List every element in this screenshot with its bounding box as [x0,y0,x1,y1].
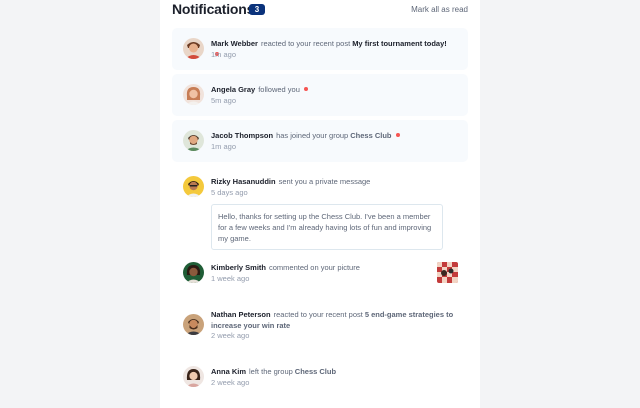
avatar-rizky-hasanuddin-icon[interactable] [183,176,204,197]
avatar-angela-gray-icon[interactable] [183,84,204,105]
notifications-header: Notifications 3 Mark all as read [172,0,468,20]
chess-picture-thumbnail-icon[interactable] [437,262,458,283]
notification-action: sent you a private message [278,177,371,186]
unread-dot [303,87,308,91]
notification-time: 1m ago [211,142,237,151]
avatar-anna-kim-icon[interactable] [183,366,204,387]
notification-user-name[interactable]: Anna Kim [211,367,246,376]
avatar-nathan-peterson-icon[interactable] [183,314,204,335]
notification-user-name[interactable]: Angela Gray [211,85,255,94]
notification-group-link[interactable]: Chess Club [350,131,391,140]
notification-time: 2 week ago [211,378,250,387]
private-message-preview[interactable]: Hello, thanks for setting up the Chess C… [211,204,443,250]
notification-time: 5 days ago [211,188,248,197]
notification-user-name[interactable]: Rizky Hasanuddin [211,177,276,186]
notification-post-link[interactable]: My first tournament today! [352,39,447,48]
notification-action: reacted to your recent post [260,39,351,48]
mark-all-as-read-button[interactable]: Mark all as read [411,5,468,14]
notification-time: 1 week ago [211,274,250,283]
avatar-jacob-thompson-icon[interactable] [183,130,204,151]
unread-count-badge: 3 [249,4,265,15]
notification-item[interactable]: Jacob Thompson has joined your group Chess… [172,120,468,162]
notification-action: commented on your picture [269,263,360,272]
notification-user-name[interactable]: Jacob Thompson [211,131,273,140]
unread-dot [395,133,400,137]
notification-item[interactable]: Angela Gray followed you 5m ago [172,74,468,116]
notification-item[interactable]: Rizky Hasanuddin sent you a private messa… [172,166,468,250]
notification-action: followed you [258,85,300,94]
notification-time: 1m ago [211,50,237,59]
notification-action: reacted to your recent post [273,310,363,319]
avatar-kimberly-smith-icon[interactable] [183,262,204,283]
notification-time: 2 week ago [211,331,250,340]
notification-action: left the group [249,367,293,376]
notification-item[interactable]: Mark Webber reacted to your recent post My… [172,28,468,70]
notification-user-name[interactable]: Nathan Peterson [211,310,271,319]
notification-user-name[interactable]: Kimberly Smith [211,263,266,272]
notification-action: has joined your group [276,131,349,140]
notification-group-link[interactable]: Chess Club [295,367,336,376]
notification-item[interactable]: Nathan Peterson reacted to your recent po… [172,304,468,354]
avatar-mark-webber-icon[interactable] [183,38,204,59]
notification-item[interactable]: Anna Kim left the group Chess Club 2 week … [172,360,468,402]
notification-item[interactable]: Kimberly Smith commented on your picture … [172,256,468,298]
page-title: Notifications [172,1,255,17]
notification-time: 5m ago [211,96,237,105]
notification-user-name[interactable]: Mark Webber [211,39,258,48]
